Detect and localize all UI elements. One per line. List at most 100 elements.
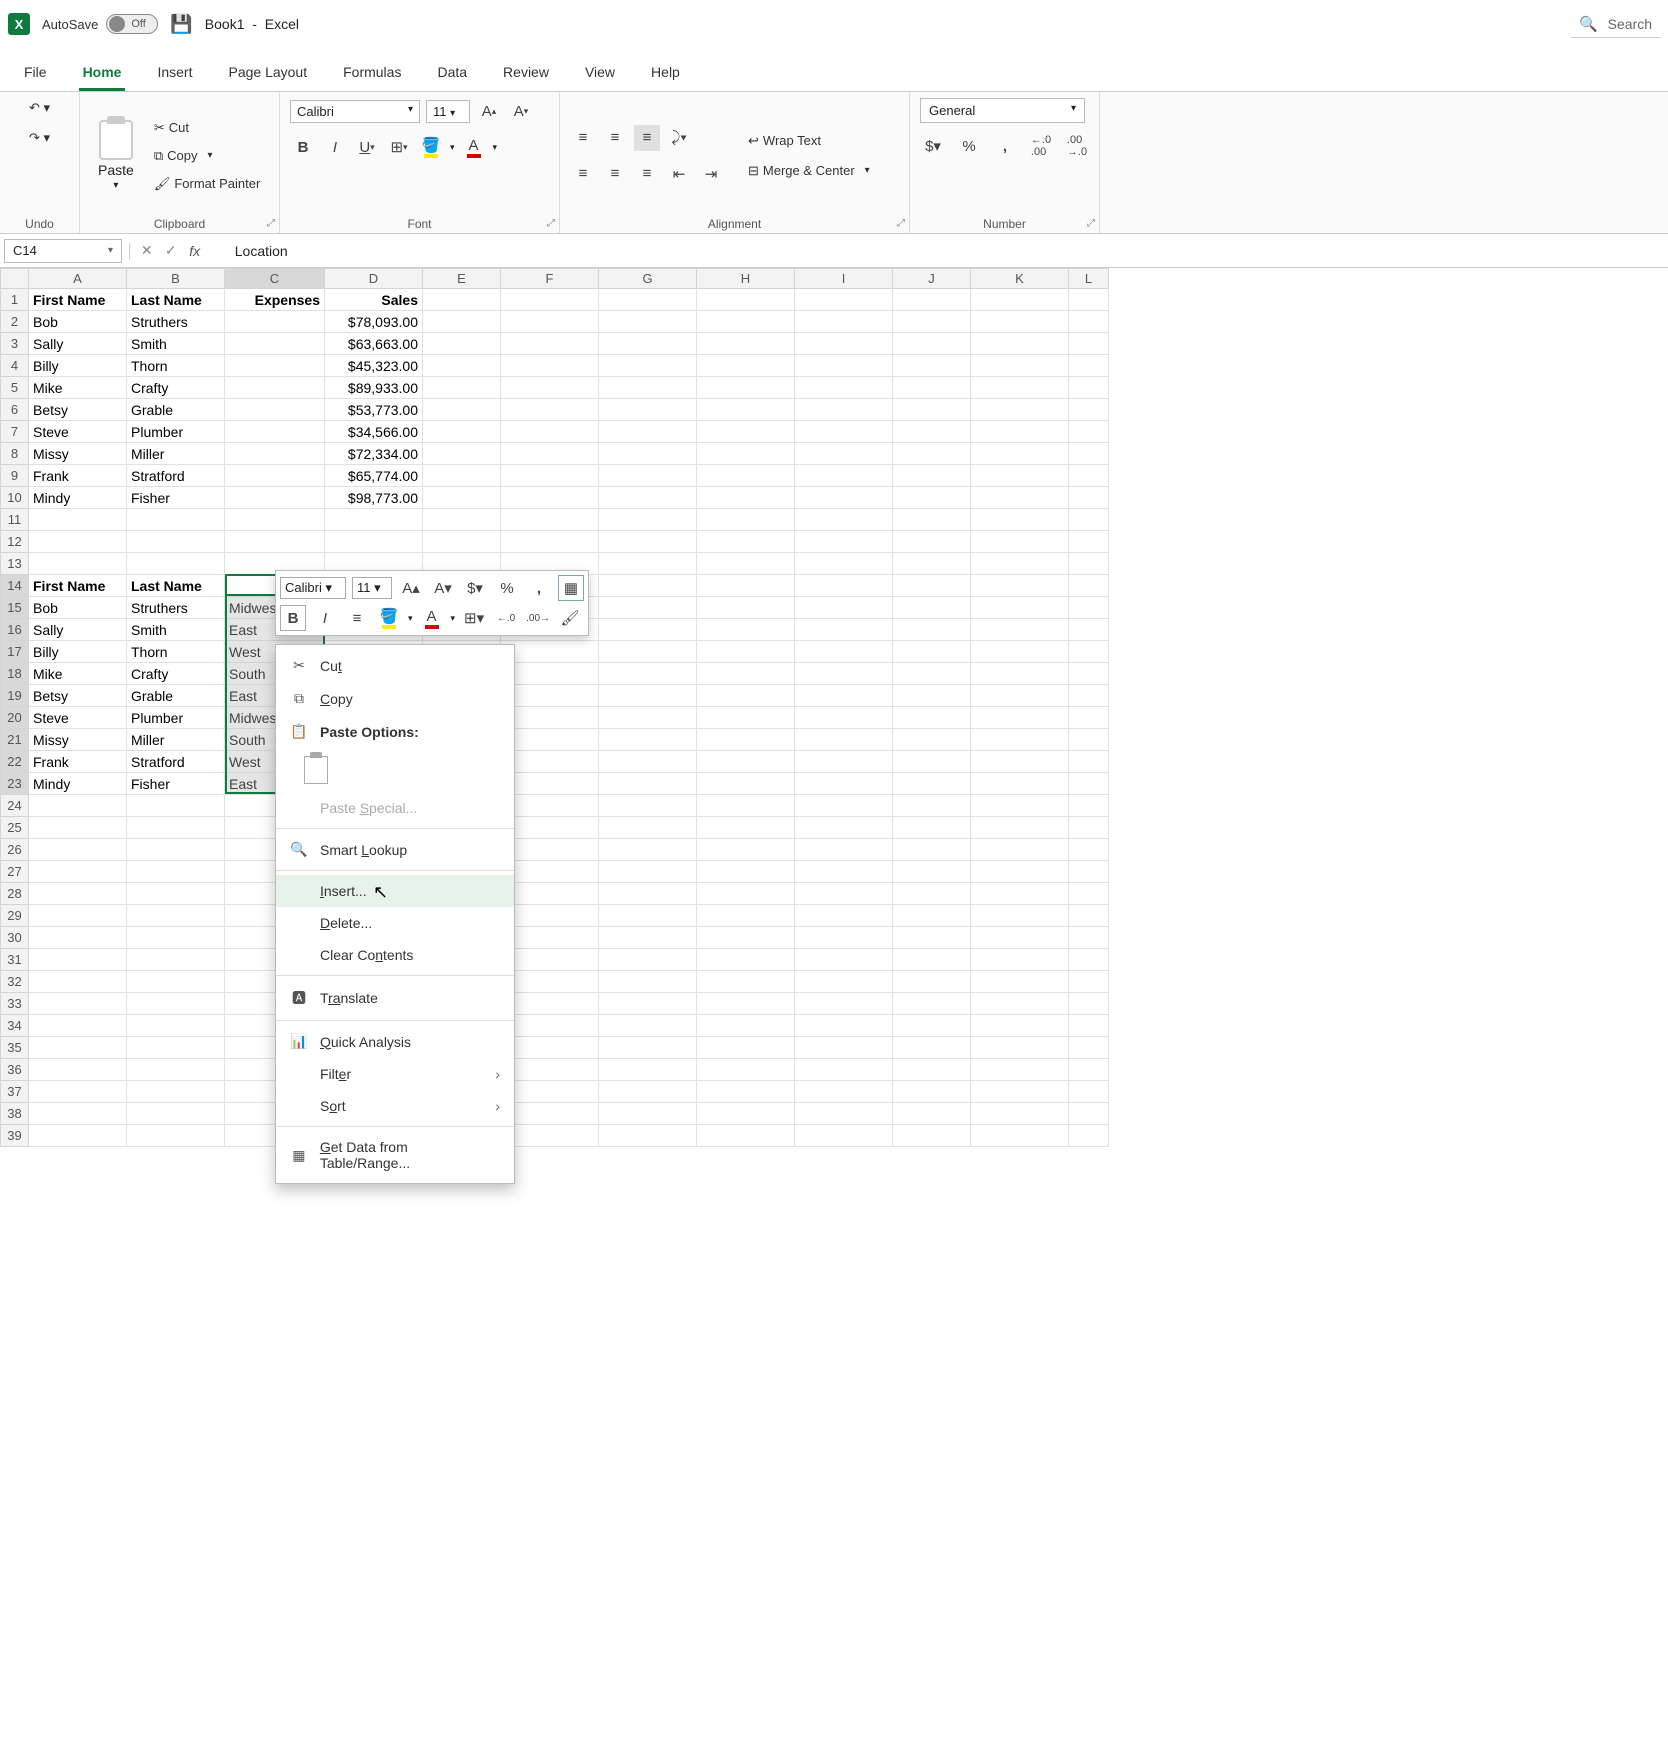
cell[interactable] (501, 509, 599, 531)
tab-view[interactable]: View (581, 56, 619, 91)
cell[interactable] (893, 1015, 971, 1037)
cell[interactable] (599, 289, 697, 311)
cell[interactable] (501, 421, 599, 443)
cell[interactable] (697, 1081, 795, 1103)
cell[interactable]: Crafty (127, 377, 225, 399)
cell[interactable] (501, 289, 599, 311)
cell[interactable] (795, 443, 893, 465)
row-header[interactable]: 11 (1, 509, 29, 531)
cell[interactable] (971, 509, 1069, 531)
cell[interactable] (971, 971, 1069, 993)
cell[interactable] (893, 905, 971, 927)
cell[interactable] (127, 993, 225, 1015)
cell[interactable] (29, 1037, 127, 1059)
cell[interactable]: Steve (29, 707, 127, 729)
cell[interactable] (1069, 685, 1109, 707)
cell[interactable] (29, 1125, 127, 1147)
cell[interactable] (501, 465, 599, 487)
cell[interactable] (697, 1015, 795, 1037)
cell[interactable] (795, 817, 893, 839)
cell[interactable] (501, 773, 599, 795)
row-header[interactable]: 33 (1, 993, 29, 1015)
cell[interactable] (971, 399, 1069, 421)
cell[interactable] (599, 1125, 697, 1147)
tab-data[interactable]: Data (433, 56, 471, 91)
cell[interactable]: Last Name (127, 289, 225, 311)
orientation-button[interactable]: ⤸▾ (666, 125, 692, 151)
row-header[interactable]: 12 (1, 531, 29, 553)
cell[interactable] (1069, 487, 1109, 509)
cell[interactable] (893, 883, 971, 905)
cell[interactable] (1069, 905, 1109, 927)
cell[interactable] (599, 531, 697, 553)
cell[interactable] (501, 685, 599, 707)
cell[interactable] (599, 971, 697, 993)
cell[interactable] (697, 1037, 795, 1059)
cell[interactable] (893, 575, 971, 597)
cell[interactable]: Bob (29, 597, 127, 619)
cell[interactable] (1069, 1037, 1109, 1059)
row-header[interactable]: 32 (1, 971, 29, 993)
cell[interactable] (599, 1103, 697, 1125)
cell[interactable] (971, 333, 1069, 355)
cell[interactable] (29, 1081, 127, 1103)
cell[interactable] (225, 487, 325, 509)
cell[interactable] (795, 1059, 893, 1081)
column-header[interactable]: D (325, 269, 423, 289)
cell[interactable] (893, 1125, 971, 1147)
cell[interactable] (893, 927, 971, 949)
spreadsheet-grid[interactable]: ABCDEFGHIJKL1First NameLast NameExpenses… (0, 268, 1668, 1147)
cell[interactable] (29, 1015, 127, 1037)
cell[interactable] (697, 465, 795, 487)
column-header[interactable]: K (971, 269, 1069, 289)
cell[interactable]: First Name (29, 575, 127, 597)
cell[interactable]: Betsy (29, 399, 127, 421)
cell[interactable] (971, 1037, 1069, 1059)
cell[interactable] (697, 971, 795, 993)
cell[interactable]: Fisher (127, 773, 225, 795)
number-launcher[interactable]: ⤢ (1087, 218, 1095, 229)
autosave-toggle[interactable]: Off (106, 14, 158, 34)
cell[interactable] (971, 729, 1069, 751)
font-color-button[interactable]: A (461, 134, 487, 160)
cell[interactable] (697, 949, 795, 971)
cell[interactable]: Betsy (29, 685, 127, 707)
cell[interactable]: Smith (127, 333, 225, 355)
ctx-cut[interactable]: ✂Cut (276, 649, 514, 682)
cell[interactable] (971, 553, 1069, 575)
cell[interactable]: $45,323.00 (325, 355, 423, 377)
cell[interactable] (501, 377, 599, 399)
italic-button[interactable]: I (322, 134, 348, 160)
cell[interactable] (127, 1125, 225, 1147)
clipboard-launcher[interactable]: ⤢ (267, 218, 275, 229)
mini-align-center-icon[interactable]: ≡ (344, 605, 370, 631)
copy-button[interactable]: ⧉Copy▾ (150, 146, 265, 166)
cell[interactable]: Miller (127, 443, 225, 465)
cell[interactable] (423, 333, 501, 355)
cell[interactable] (697, 597, 795, 619)
decrease-decimal-button[interactable]: .00→.0 (1064, 133, 1090, 159)
cell[interactable] (599, 1081, 697, 1103)
align-right-icon[interactable]: ≡ (634, 161, 660, 187)
cell[interactable] (225, 355, 325, 377)
cell[interactable]: Fisher (127, 487, 225, 509)
cell[interactable] (599, 553, 697, 575)
cell[interactable] (1069, 971, 1109, 993)
cell[interactable] (127, 905, 225, 927)
cell[interactable] (697, 1059, 795, 1081)
cell[interactable] (971, 641, 1069, 663)
mini-font-select[interactable]: Calibri ▾ (280, 577, 346, 599)
cell[interactable] (29, 839, 127, 861)
cell[interactable] (1069, 421, 1109, 443)
cell[interactable] (127, 1059, 225, 1081)
mini-decrease-decimal-icon[interactable]: .00→ (525, 605, 551, 631)
cell[interactable] (697, 883, 795, 905)
cell[interactable] (795, 377, 893, 399)
row-header[interactable]: 1 (1, 289, 29, 311)
cell[interactable] (795, 355, 893, 377)
cell[interactable] (971, 597, 1069, 619)
cell[interactable] (1069, 289, 1109, 311)
cell[interactable]: Sales (325, 289, 423, 311)
cell[interactable] (127, 1015, 225, 1037)
cell[interactable] (1069, 355, 1109, 377)
